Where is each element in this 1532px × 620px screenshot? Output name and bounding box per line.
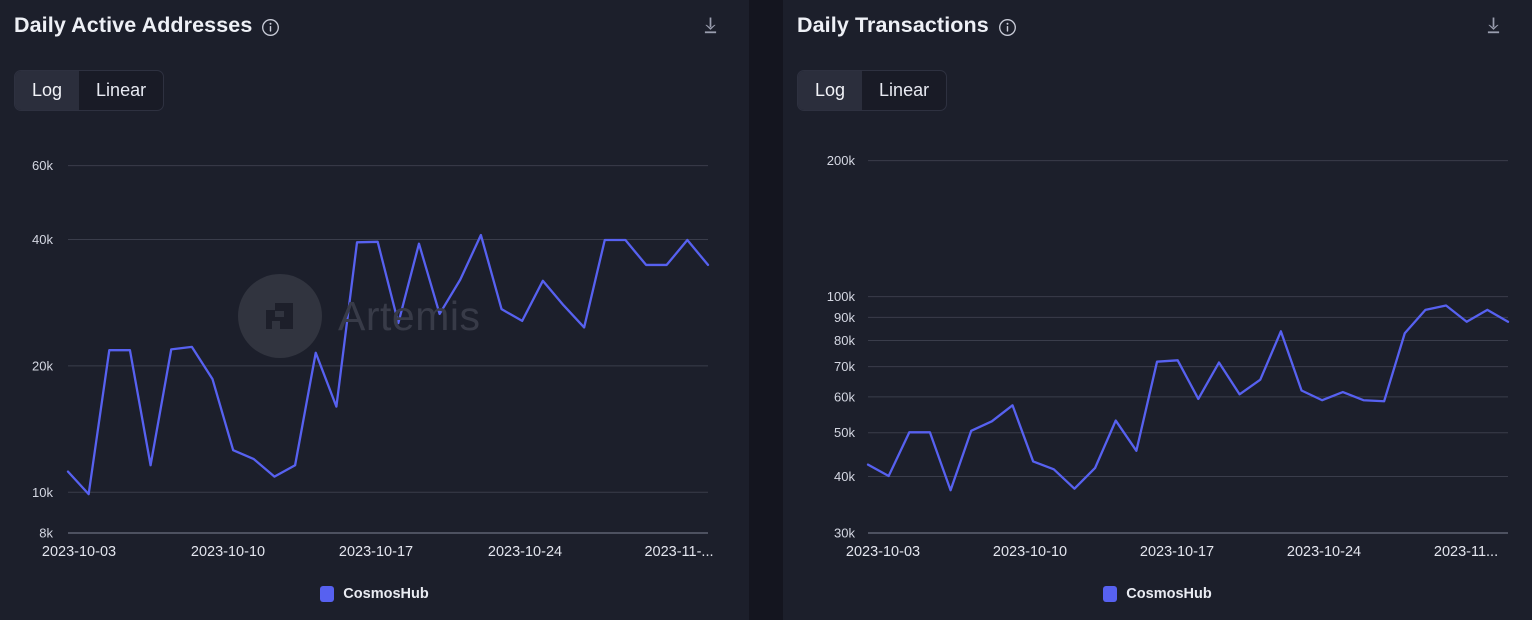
gridlines — [868, 161, 1508, 533]
chart-plot-area[interactable]: 30k 40k 50k 60k 70k 80k 90k 100k 200k 2023-10-03… — [783, 0, 1532, 620]
chart-legend: CosmosHub — [0, 586, 749, 602]
y-axis-tick-label: 60k — [834, 389, 855, 404]
gridlines — [68, 166, 708, 533]
panel-daily-transactions: Daily Transactions Log Linear — [783, 0, 1532, 620]
x-axis-tick-label: 2023-10-10 — [191, 544, 265, 560]
y-axis-ticks: 8k 10k 20k 40k 60k — [32, 158, 53, 540]
chart-svg: 8k10k20k40k60k 2023-10-032023-10-102023-… — [0, 0, 749, 620]
x-axis-tick-label: 2023-11... — [1434, 544, 1498, 560]
y-axis-tick-label: 200k — [827, 153, 856, 168]
x-axis-tick-label: 2023-10-17 — [339, 544, 413, 560]
y-axis-tick-label: 10k — [32, 485, 53, 500]
y-axis-tick-label: 90k — [834, 310, 855, 325]
legend-label-cosmoshub[interactable]: CosmosHub — [1126, 586, 1211, 602]
legend-swatch-cosmoshub — [320, 586, 334, 602]
x-axis-tick-label: 2023-10-17 — [1140, 544, 1214, 560]
x-axis-tick-label: 2023-10-24 — [488, 544, 562, 560]
charts-board: Daily Active Addresses Log Linear — [0, 0, 1532, 620]
x-axis-tick-label: 2023-10-24 — [1287, 544, 1361, 560]
y-axis-tick-label: 8k — [39, 526, 53, 541]
x-axis-ticks: 2023-10-03 2023-10-10 2023-10-17 2023-10-24… — [846, 544, 1498, 560]
y-axis-tick-label: 60k — [32, 158, 53, 173]
chart-legend: CosmosHub — [783, 586, 1532, 602]
x-axis-tick-label: 2023-10-03 — [42, 544, 116, 560]
series-line-cosmoshub — [868, 305, 1508, 490]
series-line-cosmoshub — [68, 235, 708, 494]
x-axis-tick-label: 2023-11-... — [644, 544, 713, 560]
panel-divider — [749, 0, 783, 620]
y-axis-tick-label: 30k — [834, 526, 855, 541]
legend-swatch-cosmoshub — [1103, 586, 1117, 602]
y-axis-tick-label: 20k — [32, 358, 53, 373]
y-axis-tick-label: 70k — [834, 359, 855, 374]
y-axis-tick-label: 40k — [32, 232, 53, 247]
y-axis-tick-label: 50k — [834, 425, 855, 440]
chart-svg: 30k 40k 50k 60k 70k 80k 90k 100k 200k 2023-10-03… — [783, 0, 1532, 620]
legend-label-cosmoshub[interactable]: CosmosHub — [343, 586, 428, 602]
x-axis-ticks: 2023-10-03 2023-10-10 2023-10-17 2023-10-24… — [42, 544, 714, 560]
y-axis-tick-label: 80k — [834, 333, 855, 348]
y-axis-ticks: 30k 40k 50k 60k 70k 80k 90k 100k 200k — [827, 153, 856, 540]
panel-daily-active-addresses: Daily Active Addresses Log Linear — [0, 0, 749, 620]
x-axis-tick-label: 2023-10-10 — [993, 544, 1067, 560]
y-axis-tick-label: 100k — [827, 289, 856, 304]
chart-plot-area[interactable]: 8k10k20k40k60k 2023-10-032023-10-102023-… — [0, 0, 749, 620]
y-axis-tick-label: 40k — [834, 469, 855, 484]
x-axis-tick-label: 2023-10-03 — [846, 544, 920, 560]
